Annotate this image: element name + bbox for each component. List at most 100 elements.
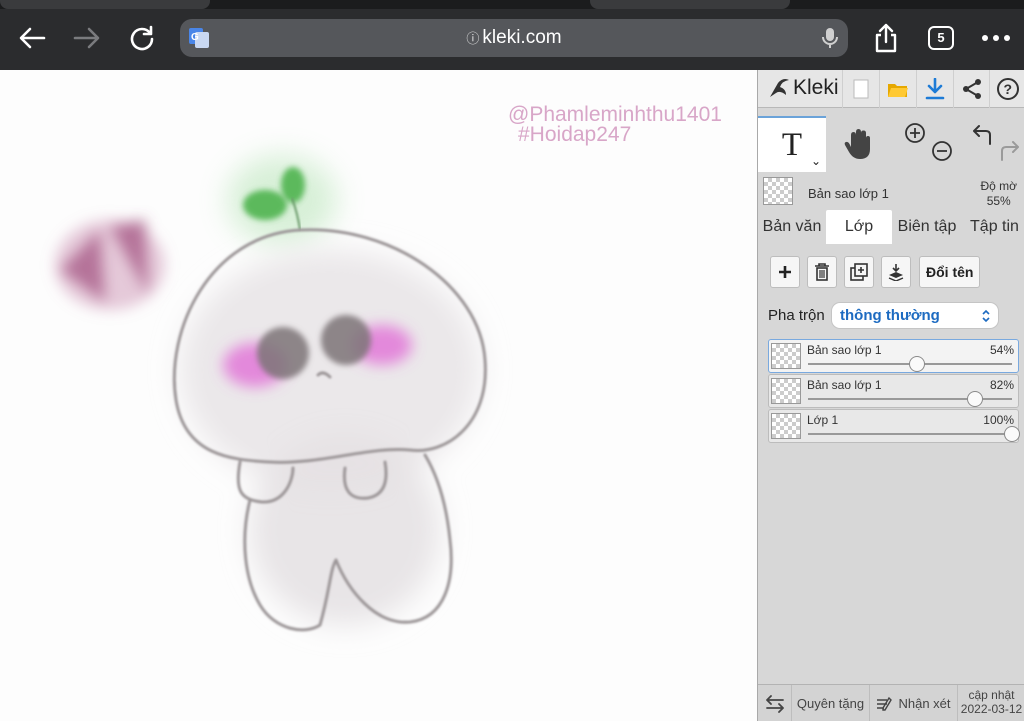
current-layer-name: Bản sao lớp 1: [808, 186, 889, 201]
share-button[interactable]: [868, 20, 904, 56]
url-display[interactable]: ⓘ kleki.com: [180, 27, 848, 49]
layer-item[interactable]: Bản sao lớp 1 82%: [768, 374, 1019, 408]
tab-file[interactable]: Tập tin: [964, 210, 1024, 244]
app-name: Kleki: [793, 76, 839, 99]
layer-name: Bản sao lớp 1: [807, 378, 882, 392]
hand-tool[interactable]: [830, 116, 886, 172]
layer-item[interactable]: Lớp 1 100%: [768, 409, 1020, 443]
reload-icon: [130, 25, 154, 51]
sidebar-footer: Quyên tặng Nhận xét cập nhật 2022-03-12: [758, 684, 1024, 721]
artwork: [55, 155, 487, 632]
blend-label: Pha trộn: [768, 307, 825, 324]
hand-icon: [844, 129, 870, 159]
layer-thumbnail: [771, 413, 801, 439]
share-icon: [875, 23, 897, 53]
update-date: 2022-03-12: [960, 702, 1023, 716]
text-tool[interactable]: T ⌄: [758, 116, 826, 172]
swap-icon: [765, 694, 784, 713]
duplicate-icon: [850, 263, 868, 281]
reload-button[interactable]: [124, 20, 160, 56]
tab-strip-tab[interactable]: [590, 0, 790, 9]
layer-opacity-value: 100%: [983, 413, 1014, 427]
watermark-hashtag: #Hoidap247: [518, 123, 632, 146]
tab-text[interactable]: Bản văn: [758, 210, 826, 244]
current-layer-opacity: Độ mờ 55%: [980, 179, 1017, 209]
add-layer-button[interactable]: [770, 256, 800, 288]
swap-side-button[interactable]: [758, 685, 792, 721]
duplicate-layer-button[interactable]: [844, 256, 874, 288]
forward-icon: [73, 27, 100, 49]
character-body-shading: [180, 250, 480, 625]
merge-layer-button[interactable]: [881, 256, 911, 288]
share-button[interactable]: [953, 70, 989, 108]
open-file-button[interactable]: [879, 70, 915, 108]
current-layer-info: Bản sao lớp 1 Độ mờ 55%: [758, 174, 1024, 210]
new-file-button[interactable]: [842, 70, 878, 108]
zoom-in-icon[interactable]: [904, 122, 926, 144]
drawing-canvas[interactable]: @Phamleminhthu1401 #Hoidap247: [0, 70, 757, 721]
undo-icon[interactable]: [972, 124, 994, 146]
layer-actions: Đổi tên: [758, 256, 1024, 292]
blend-mode-select[interactable]: thông thường: [831, 302, 999, 329]
watermark: @Phamleminhthu1401 #Hoidap247: [508, 104, 722, 146]
share-icon: [962, 79, 981, 99]
bow-drawing: [55, 220, 165, 310]
layer-opacity-slider[interactable]: [808, 433, 1012, 435]
blend-mode-row: Pha trộn thông thường: [758, 302, 1024, 330]
feedback-icon: [877, 696, 893, 711]
help-button[interactable]: ?: [989, 70, 1024, 108]
feedback-label: Nhận xét: [898, 696, 951, 711]
feedback-link[interactable]: Nhận xét: [870, 685, 958, 721]
address-bar[interactable]: G ⓘ kleki.com: [180, 19, 848, 57]
zoom-controls: [898, 116, 954, 172]
open-folder-icon: [887, 84, 908, 97]
current-layer-thumbnail: [763, 177, 793, 205]
kleki-logo[interactable]: Kleki: [768, 76, 839, 100]
tab-strip: [0, 0, 1024, 9]
opacity-value: 55%: [986, 194, 1011, 208]
trash-icon: [815, 263, 829, 281]
layer-thumbnail: [771, 343, 801, 369]
update-info: cập nhật 2022-03-12: [958, 688, 1024, 716]
layer-item[interactable]: Bản sao lớp 1 54%: [768, 339, 1019, 373]
lock-icon: ⓘ: [466, 31, 480, 46]
sidebar-header: Kleki ?: [758, 70, 1024, 108]
tab-layers[interactable]: Lớp: [826, 210, 892, 244]
more-icon: [982, 35, 1010, 41]
rename-layer-button[interactable]: Đổi tên: [919, 256, 981, 288]
layer-opacity-value: 82%: [989, 378, 1014, 392]
forward-button[interactable]: [69, 20, 105, 56]
blend-mode-value: thông thường: [840, 307, 940, 324]
merge-down-icon: [888, 264, 904, 281]
opacity-label: Độ mờ: [980, 179, 1017, 193]
microphone-icon[interactable]: [820, 27, 840, 49]
text-tool-glyph: T: [781, 126, 803, 163]
url-text: kleki.com: [482, 27, 562, 48]
zoom-out-icon[interactable]: [931, 140, 953, 162]
tab-strip-tab[interactable]: [0, 0, 210, 9]
new-file-icon: [853, 79, 868, 99]
back-button[interactable]: [14, 20, 50, 56]
tool-row: T ⌄: [758, 116, 1024, 172]
plus-icon: [779, 266, 791, 278]
layer-name: Bản sao lớp 1: [807, 343, 882, 357]
donate-link[interactable]: Quyên tặng: [792, 685, 870, 721]
delete-layer-button[interactable]: [807, 256, 837, 288]
download-button[interactable]: [916, 70, 952, 108]
more-button[interactable]: [978, 20, 1014, 56]
kleki-sidebar: Kleki ? T ⌄ Bản sao lớp 1 Độ mờ 55% Bản …: [757, 70, 1024, 721]
select-arrows-icon: [981, 303, 991, 338]
update-label: cập nhật: [968, 688, 1015, 702]
layer-opacity-value: 54%: [989, 343, 1014, 357]
browser-toolbar: G ⓘ kleki.com 5: [0, 0, 1024, 70]
back-icon: [19, 27, 46, 49]
sidebar-tabs: Bản văn Lớp Biên tập Tập tin: [758, 210, 1024, 244]
layer-opacity-handle[interactable]: [966, 391, 983, 407]
redo-icon[interactable]: [998, 140, 1020, 162]
chevron-down-icon[interactable]: ⌄: [811, 154, 821, 168]
tab-edit[interactable]: Biên tập: [892, 210, 962, 244]
layer-opacity-handle[interactable]: [909, 356, 926, 372]
tabs-button[interactable]: 5: [928, 26, 954, 50]
svg-text:?: ?: [1003, 81, 1012, 97]
layer-opacity-handle[interactable]: [1004, 426, 1020, 442]
